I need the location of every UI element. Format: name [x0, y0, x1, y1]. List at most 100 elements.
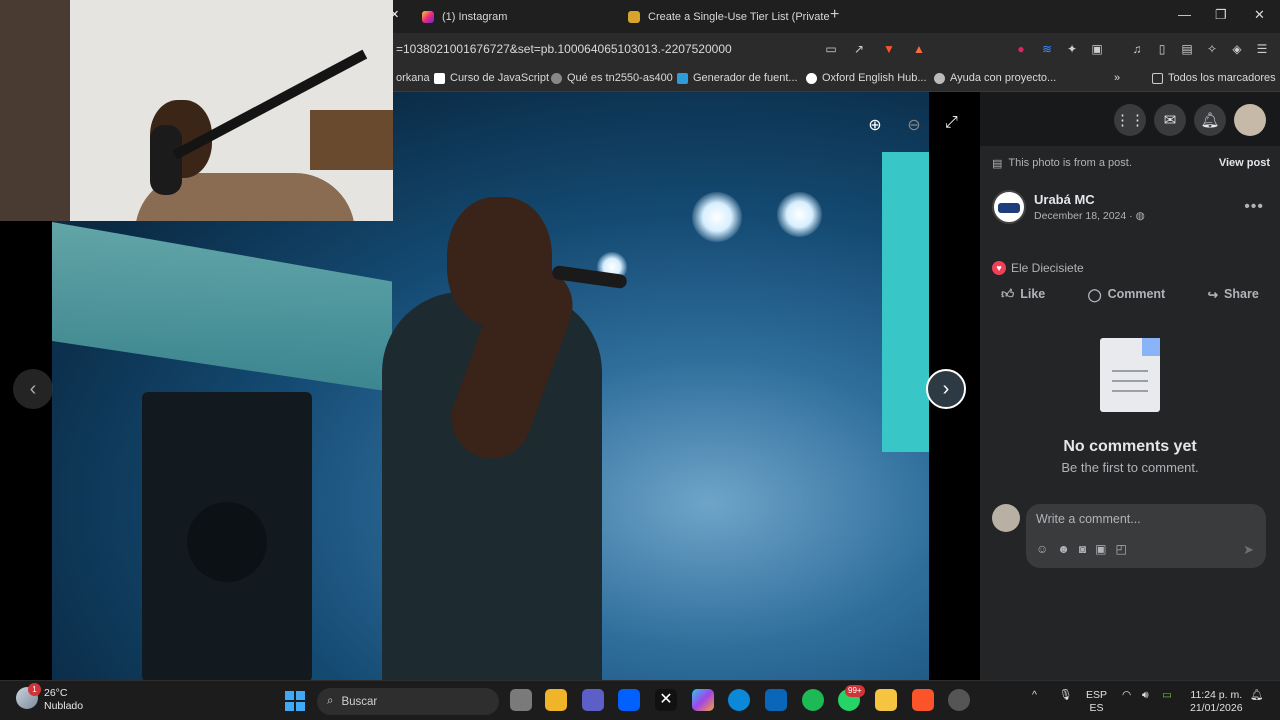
avatar-sticker-icon[interactable]: ☺	[1036, 542, 1048, 556]
zoom-in-icon[interactable]: ⊕	[863, 114, 887, 138]
edge-icon[interactable]	[728, 689, 750, 711]
bookmark-item[interactable]: orkana	[396, 72, 430, 84]
windows-start-icon[interactable]	[285, 691, 305, 711]
reactions-summary[interactable]: ♥ Ele Diecisiete	[992, 261, 1084, 275]
tab-label: Create a Single-Use Tier List (Private	[648, 11, 830, 23]
view-post-link[interactable]: View post	[1219, 157, 1270, 169]
gif-icon[interactable]: ▣	[1095, 542, 1106, 556]
taskbar-search[interactable]: ⌕ Buscar	[317, 688, 499, 715]
photo-note-icon: ▤	[992, 157, 1003, 170]
extension-box-icon[interactable]: ▣	[1090, 42, 1104, 56]
minimize-icon[interactable]: —	[1178, 7, 1191, 22]
author-avatar[interactable]	[992, 190, 1026, 224]
bookmark-item[interactable]: Oxford English Hub...	[806, 72, 927, 84]
bookmark-label: Oxford English Hub...	[822, 72, 927, 84]
extensions-icon[interactable]: ✦	[1065, 42, 1079, 56]
battery-icon[interactable]: ▭	[1162, 689, 1172, 702]
settings-icon[interactable]	[948, 689, 970, 711]
wifi-icon[interactable]: ◠	[1122, 689, 1131, 702]
tent-canopy	[52, 222, 392, 392]
sticker-icon[interactable]: ◰	[1116, 542, 1127, 556]
language-indicator[interactable]: ESP ES	[1086, 689, 1107, 715]
all-bookmarks[interactable]: Todos los marcadores	[1152, 72, 1276, 84]
zoom-out-icon[interactable]: ⊖	[902, 114, 926, 138]
close-window-icon[interactable]: ✕	[1254, 7, 1265, 23]
brave-browser-icon[interactable]	[912, 689, 934, 711]
author-name[interactable]: Urabá MC	[1034, 192, 1145, 207]
sidebar-icon[interactable]: ▯	[1155, 42, 1169, 56]
vscode-icon[interactable]	[765, 689, 787, 711]
brave-shield-icon[interactable]: ▼	[882, 42, 896, 56]
spotify-icon[interactable]	[802, 689, 824, 711]
user-avatar	[992, 504, 1020, 532]
search-icon: ⌕	[327, 695, 334, 707]
post-date-text: December 18, 2024 ·	[1034, 210, 1133, 222]
document-icon	[1100, 338, 1160, 412]
wallet-icon[interactable]: ▤	[1180, 42, 1194, 56]
menu-icon[interactable]: ☰	[1255, 42, 1269, 56]
comment-button[interactable]: ◯ Comment	[1088, 284, 1166, 304]
next-photo-button[interactable]: ›	[926, 369, 966, 409]
comment-placeholder: Write a comment...	[1036, 512, 1141, 526]
extension-audio-icon[interactable]: ≋	[1040, 42, 1054, 56]
profile-avatar[interactable]	[1234, 104, 1266, 136]
weather-widget[interactable]: 1 26°C Nublado	[16, 683, 83, 713]
empty-comments: No comments yet Be the first to comment.	[980, 338, 1280, 475]
like-button[interactable]: 👍︎ Like	[1001, 284, 1045, 304]
share-button[interactable]: ↪ Share	[1208, 284, 1259, 304]
volume-icon[interactable]: 🔊︎	[1142, 689, 1149, 702]
maximize-icon[interactable]: ❐	[1215, 7, 1227, 23]
emoji-icon[interactable]: ☻	[1057, 542, 1070, 556]
file-explorer-icon[interactable]	[875, 689, 897, 711]
more-options-icon[interactable]: •••	[1244, 198, 1264, 216]
task-view-icon[interactable]	[510, 689, 532, 711]
chevron-left-icon: ‹	[29, 377, 37, 400]
tray-overflow-icon[interactable]: ^	[1032, 689, 1037, 702]
like-label: Like	[1020, 287, 1046, 301]
camera-icon[interactable]: ◙	[1079, 542, 1086, 556]
brave-rewards-icon[interactable]: ▲	[912, 42, 926, 56]
tab-tier-list[interactable]: Create a Single-Use Tier List (Private	[628, 4, 830, 30]
leo-ai-icon[interactable]: ✧	[1205, 42, 1219, 56]
vpn-icon[interactable]: ◈	[1230, 42, 1244, 56]
send-icon[interactable]: ➤	[1243, 542, 1254, 558]
screen: ✕ (1) Instagram Create a Single-Use Tier…	[0, 0, 1280, 720]
dropbox-icon[interactable]	[618, 689, 640, 711]
bookmark-item[interactable]: Generador de fuent...	[677, 72, 798, 84]
comment-input[interactable]: Write a comment... ☺ ☻ ◙ ▣ ◰ ➤	[1026, 504, 1266, 568]
copilot-icon[interactable]	[692, 689, 714, 711]
bookmark-label: Generador de fuent...	[693, 72, 798, 84]
media-icon[interactable]: ♫	[1130, 42, 1144, 56]
share-icon[interactable]: ↗	[852, 42, 866, 56]
tab-instagram[interactable]: (1) Instagram	[422, 4, 507, 30]
microsoft-store-icon[interactable]	[545, 689, 567, 711]
notifications-icon[interactable]: 🔔︎	[1194, 104, 1226, 136]
fullscreen-icon[interactable]: ⤢	[945, 114, 965, 134]
microphone-icon[interactable]: 🎙︎	[1059, 689, 1072, 702]
previous-photo-button[interactable]: ‹	[13, 369, 53, 409]
clock[interactable]: 11:24 p. m. 21/01/2026	[1190, 689, 1243, 715]
tab-label: (1) Instagram	[442, 11, 508, 23]
bookmark-label: Qué es tn2550-as400	[567, 72, 673, 84]
chatgpt-icon	[934, 72, 945, 84]
bookmark-item[interactable]: Qué es tn2550-as400	[551, 72, 673, 84]
bookmarks-overflow-icon[interactable]: »	[1114, 72, 1120, 84]
menu-grid-icon[interactable]: ⋮⋮	[1114, 104, 1146, 136]
bookmark-item[interactable]: Curso de JavaScript	[434, 72, 549, 84]
new-tab-icon[interactable]: +	[830, 6, 839, 24]
thumbs-up-icon: 👍︎	[1001, 286, 1015, 301]
cast-icon[interactable]: ▭	[824, 42, 838, 56]
notification-center-icon[interactable]: 🔔︎	[1250, 689, 1263, 702]
url-field[interactable]: =1038021001676727&set=pb.100064065103013…	[396, 42, 732, 56]
post-date[interactable]: December 18, 2024 · ◍	[1034, 210, 1145, 222]
messenger-icon[interactable]: ✉	[1154, 104, 1186, 136]
speaker-cabinet	[142, 392, 312, 680]
x-app-icon[interactable]: ✕	[655, 689, 677, 711]
extension-red-icon[interactable]: ●	[1014, 42, 1028, 56]
clock-time: 11:24 p. m.	[1190, 689, 1243, 701]
empty-subtitle: Be the first to comment.	[1061, 460, 1199, 475]
empty-title: No comments yet	[1063, 438, 1197, 455]
webcam-microphone	[150, 125, 182, 195]
bookmark-item[interactable]: Ayuda con proyecto...	[934, 72, 1056, 84]
teams-icon[interactable]	[582, 689, 604, 711]
